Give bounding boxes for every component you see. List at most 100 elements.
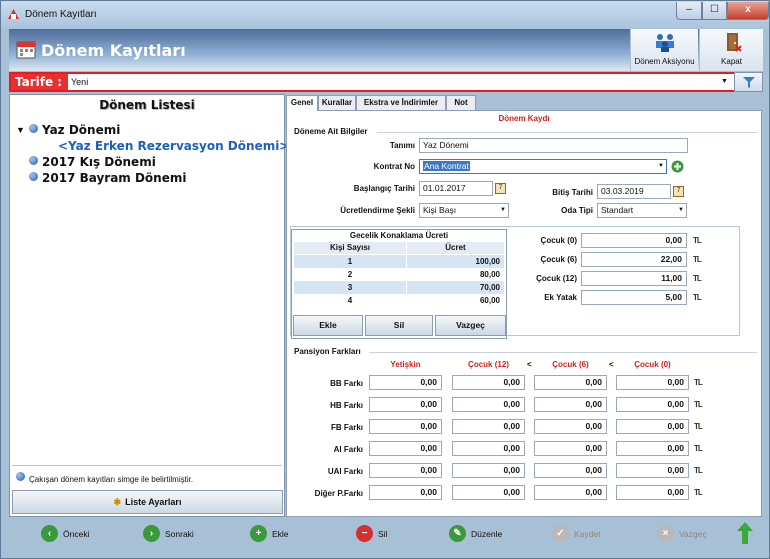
currency-icon: TL: [694, 488, 703, 497]
cocuk-input[interactable]: 5,00: [581, 290, 687, 305]
pansiyon-input[interactable]: 0,00: [616, 397, 689, 412]
grid-cell-ucret[interactable]: 70,00: [407, 281, 504, 294]
tab-ekstra[interactable]: Ekstra ve İndirimler: [356, 95, 446, 110]
chevron-down-icon: ▼: [658, 163, 664, 169]
section-pansiyon: Pansiyon Farkları: [294, 347, 361, 356]
header: Dönem Kayıtları Dönem Aksiyonu Kapat: [9, 29, 763, 71]
oda-label: Oda Tipi: [561, 206, 593, 215]
arrow-up-icon[interactable]: [737, 522, 753, 544]
ucret-select[interactable]: Kişi Başı ▼: [419, 203, 509, 218]
divider: [369, 352, 757, 353]
pansiyon-input[interactable]: 0,00: [616, 485, 689, 500]
oda-select[interactable]: Standart ▼: [597, 203, 687, 218]
grid-cell-ucret[interactable]: 60,00: [407, 294, 504, 307]
collapse-icon[interactable]: ▼: [16, 125, 25, 135]
tree-item-bayram-donemi[interactable]: 2017 Bayram Dönemi: [29, 171, 186, 185]
tanimi-input[interactable]: Yaz Dönemi: [419, 138, 688, 153]
aksiyon-label: Dönem Aksiyonu: [634, 57, 695, 66]
info-text: Çakışan dönem kayıtları simge ile belirt…: [29, 475, 194, 484]
grid-vazgec-button[interactable]: Vazgeç: [435, 315, 506, 336]
maximize-button[interactable]: ☐: [702, 2, 727, 20]
currency-icon: TL: [694, 444, 703, 453]
col-kisi-sayisi: Kişi Sayısı: [294, 242, 406, 254]
pansiyon-input[interactable]: 0,00: [452, 397, 525, 412]
check-icon: ✓: [552, 525, 569, 542]
cocuk-label: Çocuk (6): [540, 255, 577, 264]
tab-kurallar[interactable]: Kurallar: [318, 95, 356, 110]
pansiyon-input[interactable]: 0,00: [452, 463, 525, 478]
tarife-select[interactable]: Yeni: [69, 75, 733, 89]
grid-cell-ucret[interactable]: 80,00: [407, 268, 504, 281]
pansiyon-input[interactable]: 0,00: [534, 397, 607, 412]
duzenle-label: Düzenle: [471, 529, 503, 539]
cocuk-input[interactable]: 11,00: [581, 271, 687, 286]
pansiyon-header: Çocuk (12): [468, 360, 509, 369]
grid-cell-kisi[interactable]: 2: [294, 268, 406, 281]
grid-cell-kisi[interactable]: 3: [294, 281, 406, 294]
pansiyon-input[interactable]: 0,00: [369, 375, 442, 390]
kontrat-select[interactable]: Ana Kontrat ▼: [419, 159, 667, 174]
currency-icon: TL: [693, 274, 702, 283]
pansiyon-input[interactable]: 0,00: [369, 485, 442, 500]
pansiyon-input[interactable]: 0,00: [534, 375, 607, 390]
tree-item-erken-rezervasyon[interactable]: <Yaz Erken Rezervasyon Dönemi>: [58, 139, 289, 153]
minimize-button[interactable]: –: [676, 2, 702, 20]
pansiyon-input[interactable]: 0,00: [452, 441, 525, 456]
tree-item-yaz-donemi[interactable]: Yaz Dönemi: [29, 123, 120, 137]
pansiyon-input[interactable]: 0,00: [452, 375, 525, 390]
section-doneme-ait: Döneme Ait Bilgiler: [294, 127, 368, 136]
pansiyon-input[interactable]: 0,00: [616, 419, 689, 434]
grid-cell-ucret[interactable]: 100,00: [407, 255, 504, 268]
currency-icon: TL: [693, 236, 702, 245]
filter-button[interactable]: [734, 72, 763, 92]
grid-cell-kisi[interactable]: 4: [294, 294, 406, 307]
window-title: Dönem Kayıtları: [25, 9, 97, 20]
tree-item-label: 2017 Bayram Dönemi: [42, 171, 187, 185]
close-button[interactable]: x: [727, 2, 769, 20]
edit-icon: ✎: [449, 525, 466, 542]
liste-ayarlari-button[interactable]: ✱ Liste Ayarları: [12, 490, 283, 514]
kapat-button[interactable]: Kapat: [699, 29, 763, 71]
pansiyon-input[interactable]: 0,00: [369, 441, 442, 456]
bottom-toolbar: ‹ Önceki › Sonraki + Ekle − Sil ✎ Düzenle ✓ Ka…: [9, 519, 763, 549]
bitis-input[interactable]: 03.03.2019: [597, 184, 671, 199]
pansiyon-input[interactable]: 0,00: [534, 485, 607, 500]
cocuk-input[interactable]: 0,00: [581, 233, 687, 248]
plus-icon: +: [250, 525, 267, 542]
calendar-icon: [16, 41, 36, 59]
pansiyon-input[interactable]: 0,00: [534, 463, 607, 478]
pansiyon-input[interactable]: 0,00: [534, 419, 607, 434]
grid-cell-kisi[interactable]: 1: [294, 255, 406, 268]
baslangic-input[interactable]: 01.01.2017: [419, 181, 493, 196]
pansiyon-input[interactable]: 0,00: [369, 419, 442, 434]
kontrat-value: Ana Kontrat: [423, 161, 470, 171]
pansiyon-input[interactable]: 0,00: [452, 419, 525, 434]
settings-icon: ✱: [113, 497, 122, 507]
pansiyon-input[interactable]: 0,00: [616, 441, 689, 456]
tree-item-kis-donemi[interactable]: 2017 Kış Dönemi: [29, 155, 156, 169]
currency-icon: TL: [694, 422, 703, 431]
add-contract-icon[interactable]: [671, 160, 684, 173]
chevron-down-icon: ▼: [678, 207, 684, 213]
pansiyon-input[interactable]: 0,00: [369, 463, 442, 478]
pansiyon-row-label: BB Farkı: [330, 379, 363, 388]
grid-sil-button[interactable]: Sil: [365, 315, 433, 336]
divider: [12, 465, 282, 466]
ucret-label: Ücretlendirme Şekli: [340, 206, 415, 215]
donem-aksiyonu-button[interactable]: Dönem Aksiyonu: [630, 29, 698, 71]
grid-ekle-button[interactable]: Ekle: [293, 315, 363, 336]
period-icon: [29, 156, 38, 165]
chevron-down-icon[interactable]: ▼: [721, 75, 733, 89]
pansiyon-input[interactable]: 0,00: [452, 485, 525, 500]
filter-icon: [743, 77, 755, 88]
tab-genel[interactable]: Genel: [286, 95, 318, 111]
minus-icon: −: [356, 525, 373, 542]
cocuk-input[interactable]: 22,00: [581, 252, 687, 267]
calendar-icon[interactable]: 7: [495, 183, 506, 194]
pansiyon-input[interactable]: 0,00: [616, 375, 689, 390]
calendar-icon[interactable]: 7: [673, 186, 684, 197]
tab-not[interactable]: Not: [446, 95, 476, 110]
pansiyon-input[interactable]: 0,00: [616, 463, 689, 478]
pansiyon-input[interactable]: 0,00: [534, 441, 607, 456]
pansiyon-input[interactable]: 0,00: [369, 397, 442, 412]
